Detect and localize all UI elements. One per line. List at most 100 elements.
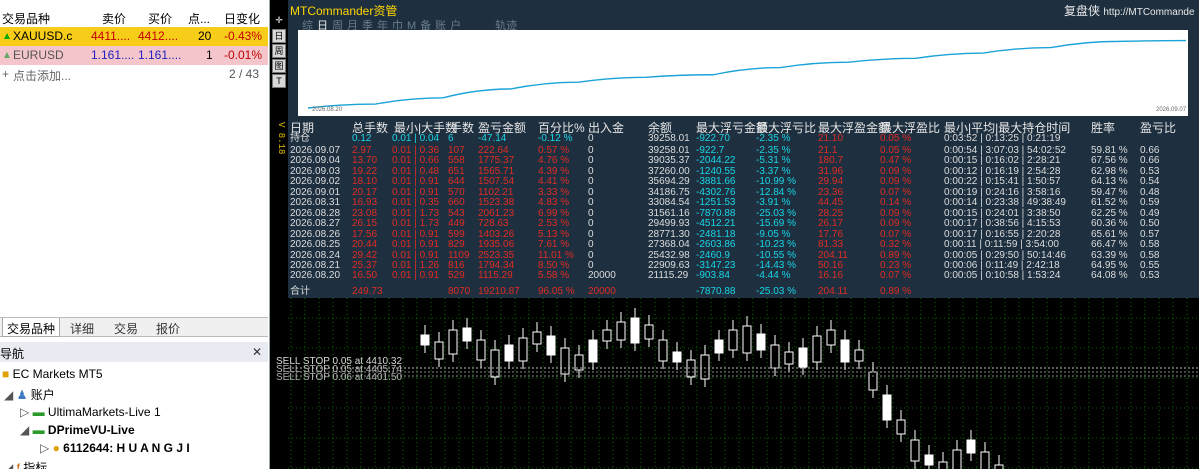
- cell-minmax: 0.01 | 0.91: [392, 249, 440, 261]
- crosshair-icon[interactable]: ✛: [272, 13, 286, 27]
- col-symbol[interactable]: 交易品种: [2, 10, 50, 27]
- cell-lots: 13.70: [352, 155, 378, 167]
- cell-lots: 26.15: [352, 218, 378, 230]
- navigator-title: 导航: [0, 347, 25, 361]
- cell-count: 558: [448, 155, 465, 167]
- nav-broker[interactable]: ■ EC Markets MT5: [2, 367, 103, 381]
- cell-pct: 96.05 %: [538, 286, 575, 297]
- collapse-icon: ▷: [40, 441, 50, 455]
- cell-fwp: 0.32 %: [880, 239, 912, 251]
- text-tool-icon[interactable]: T: [272, 74, 286, 88]
- close-icon[interactable]: ✕: [252, 345, 262, 359]
- nav-server-2[interactable]: ◢ ▬ DPrimeVU-Live: [20, 423, 135, 437]
- column-header: 盈亏比: [1140, 121, 1177, 135]
- add-symbol-row[interactable]: + 点击添加... 2 / 43: [0, 65, 268, 84]
- chart-icon[interactable]: 图: [272, 59, 286, 73]
- cell-pct: 4.83 %: [538, 197, 570, 209]
- cell-pnl: 728.63: [478, 218, 509, 230]
- col-change[interactable]: 日变化: [224, 10, 260, 27]
- cell-count: 644: [448, 176, 465, 188]
- cell-pnl: 19210.87: [478, 286, 520, 297]
- cell-minmax: 0.01 | 0.91: [392, 270, 440, 282]
- cell-flp: -4.44 %: [756, 270, 791, 282]
- col-ask[interactable]: 买价: [148, 10, 172, 27]
- curve-end-date: 2026.09.07: [1156, 107, 1187, 113]
- order-lines: SELL STOP 0.05 at 4410.32 SELL STOP 0.05…: [276, 356, 403, 383]
- market-watch-header: 交易品种 卖价 买价 点... 日变化: [0, 6, 268, 28]
- expand-icon: ◢: [4, 388, 14, 402]
- version-label: V 8.18: [276, 122, 286, 155]
- cell-hold: 0:00:05 | 0:10:58 | 1:53:24: [944, 270, 1061, 282]
- cell-minmax: 0.01 | 0.35: [392, 197, 440, 209]
- tab-ticks[interactable]: 报价: [152, 320, 184, 337]
- mtcommander-panel: MTCommander资管 复盘侠 http://MTCommande 综日周月…: [288, 0, 1199, 298]
- cell-pct: 4.76 %: [538, 155, 570, 167]
- cell-flp: -15.69 %: [756, 218, 797, 230]
- chart-tool-strip: ✛ 日 周 图 T: [271, 0, 288, 469]
- ask-value: 4412....: [138, 29, 179, 43]
- symbol-name: XAUUSD.c: [13, 29, 73, 43]
- nav-indicators[interactable]: ◢ f 指标: [4, 459, 47, 469]
- cell-date: 持仓: [290, 133, 310, 144]
- tab-details[interactable]: 详细: [66, 320, 98, 337]
- cell-pct: 5.58 %: [538, 270, 570, 282]
- tab-trading[interactable]: 交易: [110, 320, 142, 337]
- cell-io: 0: [588, 239, 594, 251]
- cell-fwp: 0.14 %: [880, 197, 912, 209]
- nav-server-1[interactable]: ▷ ▬ UltimaMarkets-Live 1: [20, 405, 161, 419]
- nav-accounts[interactable]: ◢ ♟ 账户: [4, 386, 55, 403]
- up-arrow-icon: [4, 33, 10, 39]
- cell-fl: -7870.88: [696, 286, 736, 297]
- tab-symbols[interactable]: 交易品种: [2, 318, 61, 337]
- cell-fwp: 0.47 %: [880, 155, 912, 167]
- cell-fwp: 0.05 %: [880, 133, 912, 144]
- equity-curve-svg: [307, 39, 1187, 109]
- nav-account[interactable]: ▷ ● 6112644: H U A N G J I: [40, 441, 190, 455]
- weekly-icon[interactable]: 周: [272, 44, 286, 58]
- symbol-row-eurusd[interactable]: EURUSD 1.161.... 1.161.... 1 -0.01%: [0, 46, 268, 65]
- ask-value: 1.161....: [138, 48, 182, 62]
- cell-date: 2026.08.25: [290, 239, 341, 251]
- cell-win: 61.52 %: [1091, 197, 1128, 209]
- cell-fl: -2044.22: [696, 155, 736, 167]
- col-spread[interactable]: 点...: [188, 10, 210, 27]
- expand-icon: ◢: [4, 461, 14, 469]
- cell-fl: -2603.86: [696, 239, 736, 251]
- col-bid[interactable]: 卖价: [102, 10, 126, 27]
- bid-value: 1.161....: [91, 48, 135, 62]
- cell-date: 2026.08.31: [290, 197, 341, 209]
- cell-pnl: 1775.37: [478, 155, 515, 167]
- broker-icon: ■: [2, 367, 10, 381]
- cell-fwp: 0.09 %: [880, 176, 912, 188]
- equity-curve: 2026.08.20 2026.09.07: [298, 30, 1188, 116]
- cell-fl: -903.84: [696, 270, 730, 282]
- cell-hold: 0:00:05 | 0:29:50 | 50:14:46: [944, 249, 1066, 261]
- cell-rr: 0.50: [1140, 218, 1160, 230]
- indicators-icon: f: [16, 461, 20, 469]
- cell-win: 66.47 %: [1091, 239, 1128, 251]
- spread-value: 1: [206, 48, 213, 62]
- daily-icon[interactable]: 日: [272, 29, 286, 43]
- left-pane: 交易品种 卖价 买价 点... 日变化 XAUUSD.c 4411.... 44…: [0, 0, 270, 469]
- cell-fw: 44.45: [818, 197, 844, 209]
- cell-io: 0: [588, 155, 594, 167]
- cell-hold: 0:03:52 | 0:13:25 | 0:21:19: [944, 133, 1061, 144]
- cell-fw: 180.7: [818, 155, 844, 167]
- cell-lots: 16.93: [352, 197, 378, 209]
- bid-value: 4411....: [91, 29, 131, 43]
- cell-io: 0: [588, 133, 594, 144]
- cell-fwp: 0.07 %: [880, 270, 912, 282]
- cell-hold: 0:00:17 | 0:38:56 | 4:15:53: [944, 218, 1061, 230]
- server-icon: ▬: [32, 405, 45, 419]
- cell-pct: 2.53 %: [538, 218, 570, 230]
- cell-bal: 35694.29: [648, 176, 690, 188]
- symbol-row-xauusd[interactable]: XAUUSD.c 4411.... 4412.... 20 -0.43%: [0, 27, 268, 46]
- cell-minmax: 0.01 | 0.91: [392, 239, 440, 251]
- cell-fwp: 0.89 %: [880, 249, 912, 261]
- cell-date: 2026.09.04: [290, 155, 341, 167]
- cell-fwp: 0.09 %: [880, 218, 912, 230]
- cell-win: 64.08 %: [1091, 270, 1128, 282]
- panel-brand[interactable]: 复盘侠 http://MTCommande: [1064, 2, 1195, 19]
- cell-io: 0: [588, 249, 594, 261]
- cell-fl: -2460.9: [696, 249, 730, 261]
